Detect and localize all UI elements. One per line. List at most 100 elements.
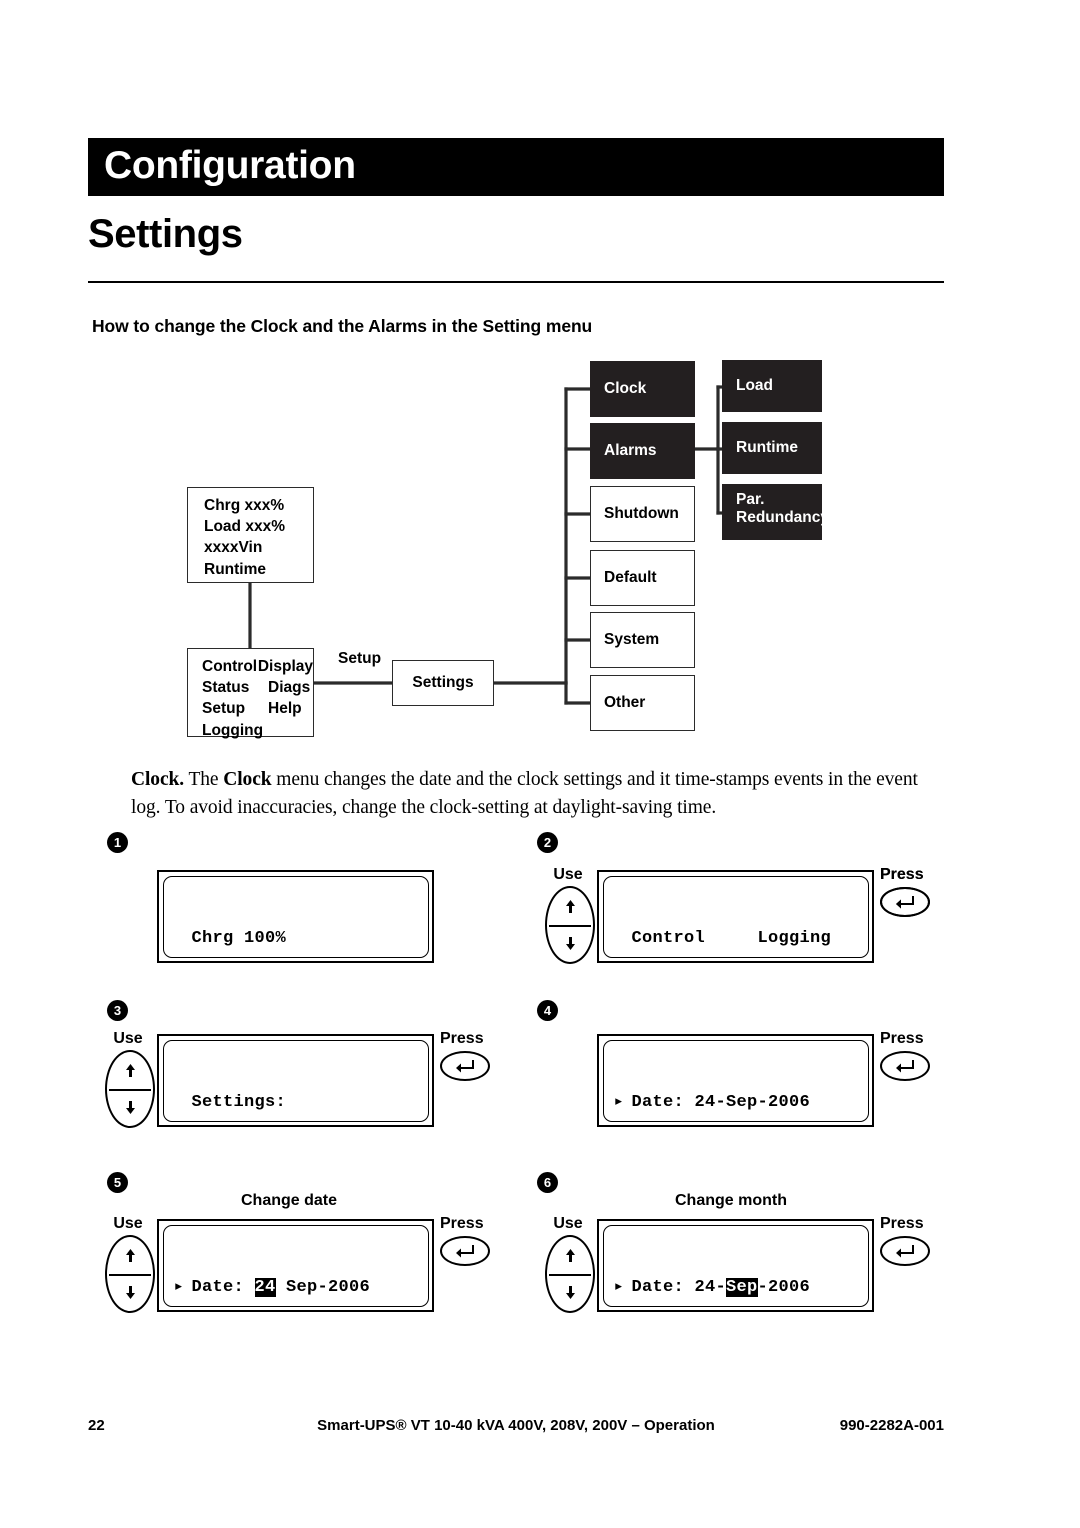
menu-row: Logging [202,720,313,741]
paragraph-lead-in: Clock. [131,769,185,790]
down-button[interactable] [107,1089,153,1126]
diagram-box-label: Default [604,569,657,586]
lcd-screen: ▸Date: 24 Sep-2006 Time: 13:45:51 [162,1224,429,1307]
press-control-step-5[interactable]: Press [440,1215,490,1266]
change-month-label: Change month [675,1192,787,1209]
diagram-box-label: Other [604,694,646,711]
chapter-title: Configuration [104,144,356,188]
enter-arrow-icon [456,1060,474,1073]
diagram-box-label: System [604,631,660,648]
menu-cell: Diags [268,679,311,697]
subheading: How to change the Clock and the Alarms i… [92,316,593,336]
lcd-selection-arrow-icon: ▸ [613,1278,625,1298]
page-footer: 22 Smart-UPS® VT 10-40 kVA 400V, 208V, 2… [88,1417,944,1439]
up-button[interactable] [107,1237,153,1274]
diagram-box-alarms: Alarms [590,423,695,479]
diagram-edge-label-setup: Setup [338,650,382,667]
lcd-text: Chrg 100% [191,929,287,949]
enter-button[interactable] [440,1051,490,1081]
menu-row: Status Diags [202,677,313,698]
menu-cell: Help [268,700,302,718]
diagram-settings-box: Settings [392,660,494,706]
down-button[interactable] [547,1274,593,1311]
step-bullet-3: 3 [107,1000,128,1021]
use-control-step-3[interactable]: Use [105,1030,155,1128]
diagram-box-par-redundancy: Par. Redundancy [722,484,830,540]
chapter-header-bar: Configuration [88,138,944,196]
lcd-line-selected: ▸ Date: 24-Sep-2006 [604,1092,868,1114]
down-button[interactable] [107,1274,153,1311]
enter-button[interactable] [880,1051,930,1081]
press-control-step-3[interactable]: Press [440,1030,490,1081]
diagram-box-label: Runtime [736,439,798,456]
lcd-panel-step-6: ▸Date: 24-Sep-2006 Time: 13:45:51 [597,1219,874,1312]
up-button[interactable] [107,1052,153,1089]
lcd-line-selected: ▸ Date: 24-Sep-2006 [604,1277,868,1299]
diagram-box-label: Alarms [604,442,657,459]
arrow-up-icon [125,1249,135,1262]
lcd-line-selected: ▸ Date: 24 Sep-2006 [164,1277,428,1299]
diagram-box-default: Default [590,550,695,606]
enter-arrow-icon [896,896,914,909]
diagram-box-load: Load [722,360,822,412]
menu-row: Control Display [202,656,313,677]
step-bullet-6: 6 [537,1172,558,1193]
down-button[interactable] [547,925,593,962]
lcd-text: Date: 24-Sep-2006 [631,1093,811,1113]
lcd-panel-step-5: ▸Date: 24 Sep-2006 Time: 13:45:51 [157,1219,434,1312]
menu-cell: Status [202,679,250,697]
paragraph-bold-term: Clock [223,769,272,790]
paragraph-text: The [184,769,224,790]
use-label: Use [553,866,583,883]
lcd-text: -2006 [757,1278,811,1298]
enter-button[interactable] [440,1236,490,1266]
lcd-screen: Chrg 100% Load 000% xxxVin 000Vout x0Hz … [162,875,429,958]
footer-document-number: 990-2282A-001 [839,1417,944,1434]
menu-cell: Display [257,658,313,675]
press-control-step-2[interactable]: Press [880,866,930,917]
enter-arrow-icon [896,1245,914,1258]
diagram-box-label: Load [736,377,774,394]
use-label: Use [113,1215,143,1232]
change-date-label: Change date [241,1192,338,1209]
use-control-step-5[interactable]: Use [105,1215,155,1313]
use-control-step-6[interactable]: Use [545,1215,595,1313]
use-label: Use [113,1030,143,1047]
lcd-screen: Settings: Shutdown Alarms Default ▸ Cloc… [162,1039,429,1122]
enter-button[interactable] [880,887,930,917]
diagram-box-shutdown: Shutdown [590,486,695,542]
press-control-step-4[interactable]: Press [880,1030,930,1081]
diagram-status-box: Chrg xxx% Load xxx% xxxxVin Runtime [187,487,314,583]
lcd-text: Date: 24- [631,1278,727,1298]
lcd-selection-arrow-icon: ▸ [613,1093,625,1113]
up-down-button[interactable] [545,886,595,964]
lcd-line: Control Logging [604,928,868,950]
page-title: Settings [88,212,243,256]
lcd-highlighted-field-day[interactable]: 24 [254,1278,276,1298]
use-control-step-2[interactable]: Use [545,866,595,964]
up-button[interactable] [547,888,593,925]
status-line: Runtime [204,560,266,578]
lcd-highlighted-field-month[interactable]: Sep [726,1278,758,1298]
press-label: Press [880,1030,924,1047]
lcd-panel-step-2: Control Logging Status Display ▸Setup Di… [597,870,874,963]
arrow-down-icon [125,1286,135,1299]
step-bullet-4: 4 [537,1000,558,1021]
up-down-button[interactable] [105,1050,155,1128]
lcd-line: Settings: [164,1092,428,1114]
press-control-step-6[interactable]: Press [880,1215,930,1266]
menu-cell: Setup [202,700,246,718]
lcd-panel-step-1: Chrg 100% Load 000% xxxVin 000Vout x0Hz … [157,870,434,963]
use-label: Use [553,1215,583,1232]
up-button[interactable] [547,1237,593,1274]
up-down-button[interactable] [545,1235,595,1313]
enter-button[interactable] [880,1236,930,1266]
diagram-box-label-line2: Redundancy [736,508,830,526]
header-divider [88,281,944,283]
enter-arrow-icon [896,1060,914,1073]
diagram-box-runtime: Runtime [722,422,822,474]
press-label: Press [880,1215,924,1232]
diagram-box-clock: Clock [590,361,695,417]
up-down-button[interactable] [105,1235,155,1313]
status-line: xxxxVin [204,539,263,557]
